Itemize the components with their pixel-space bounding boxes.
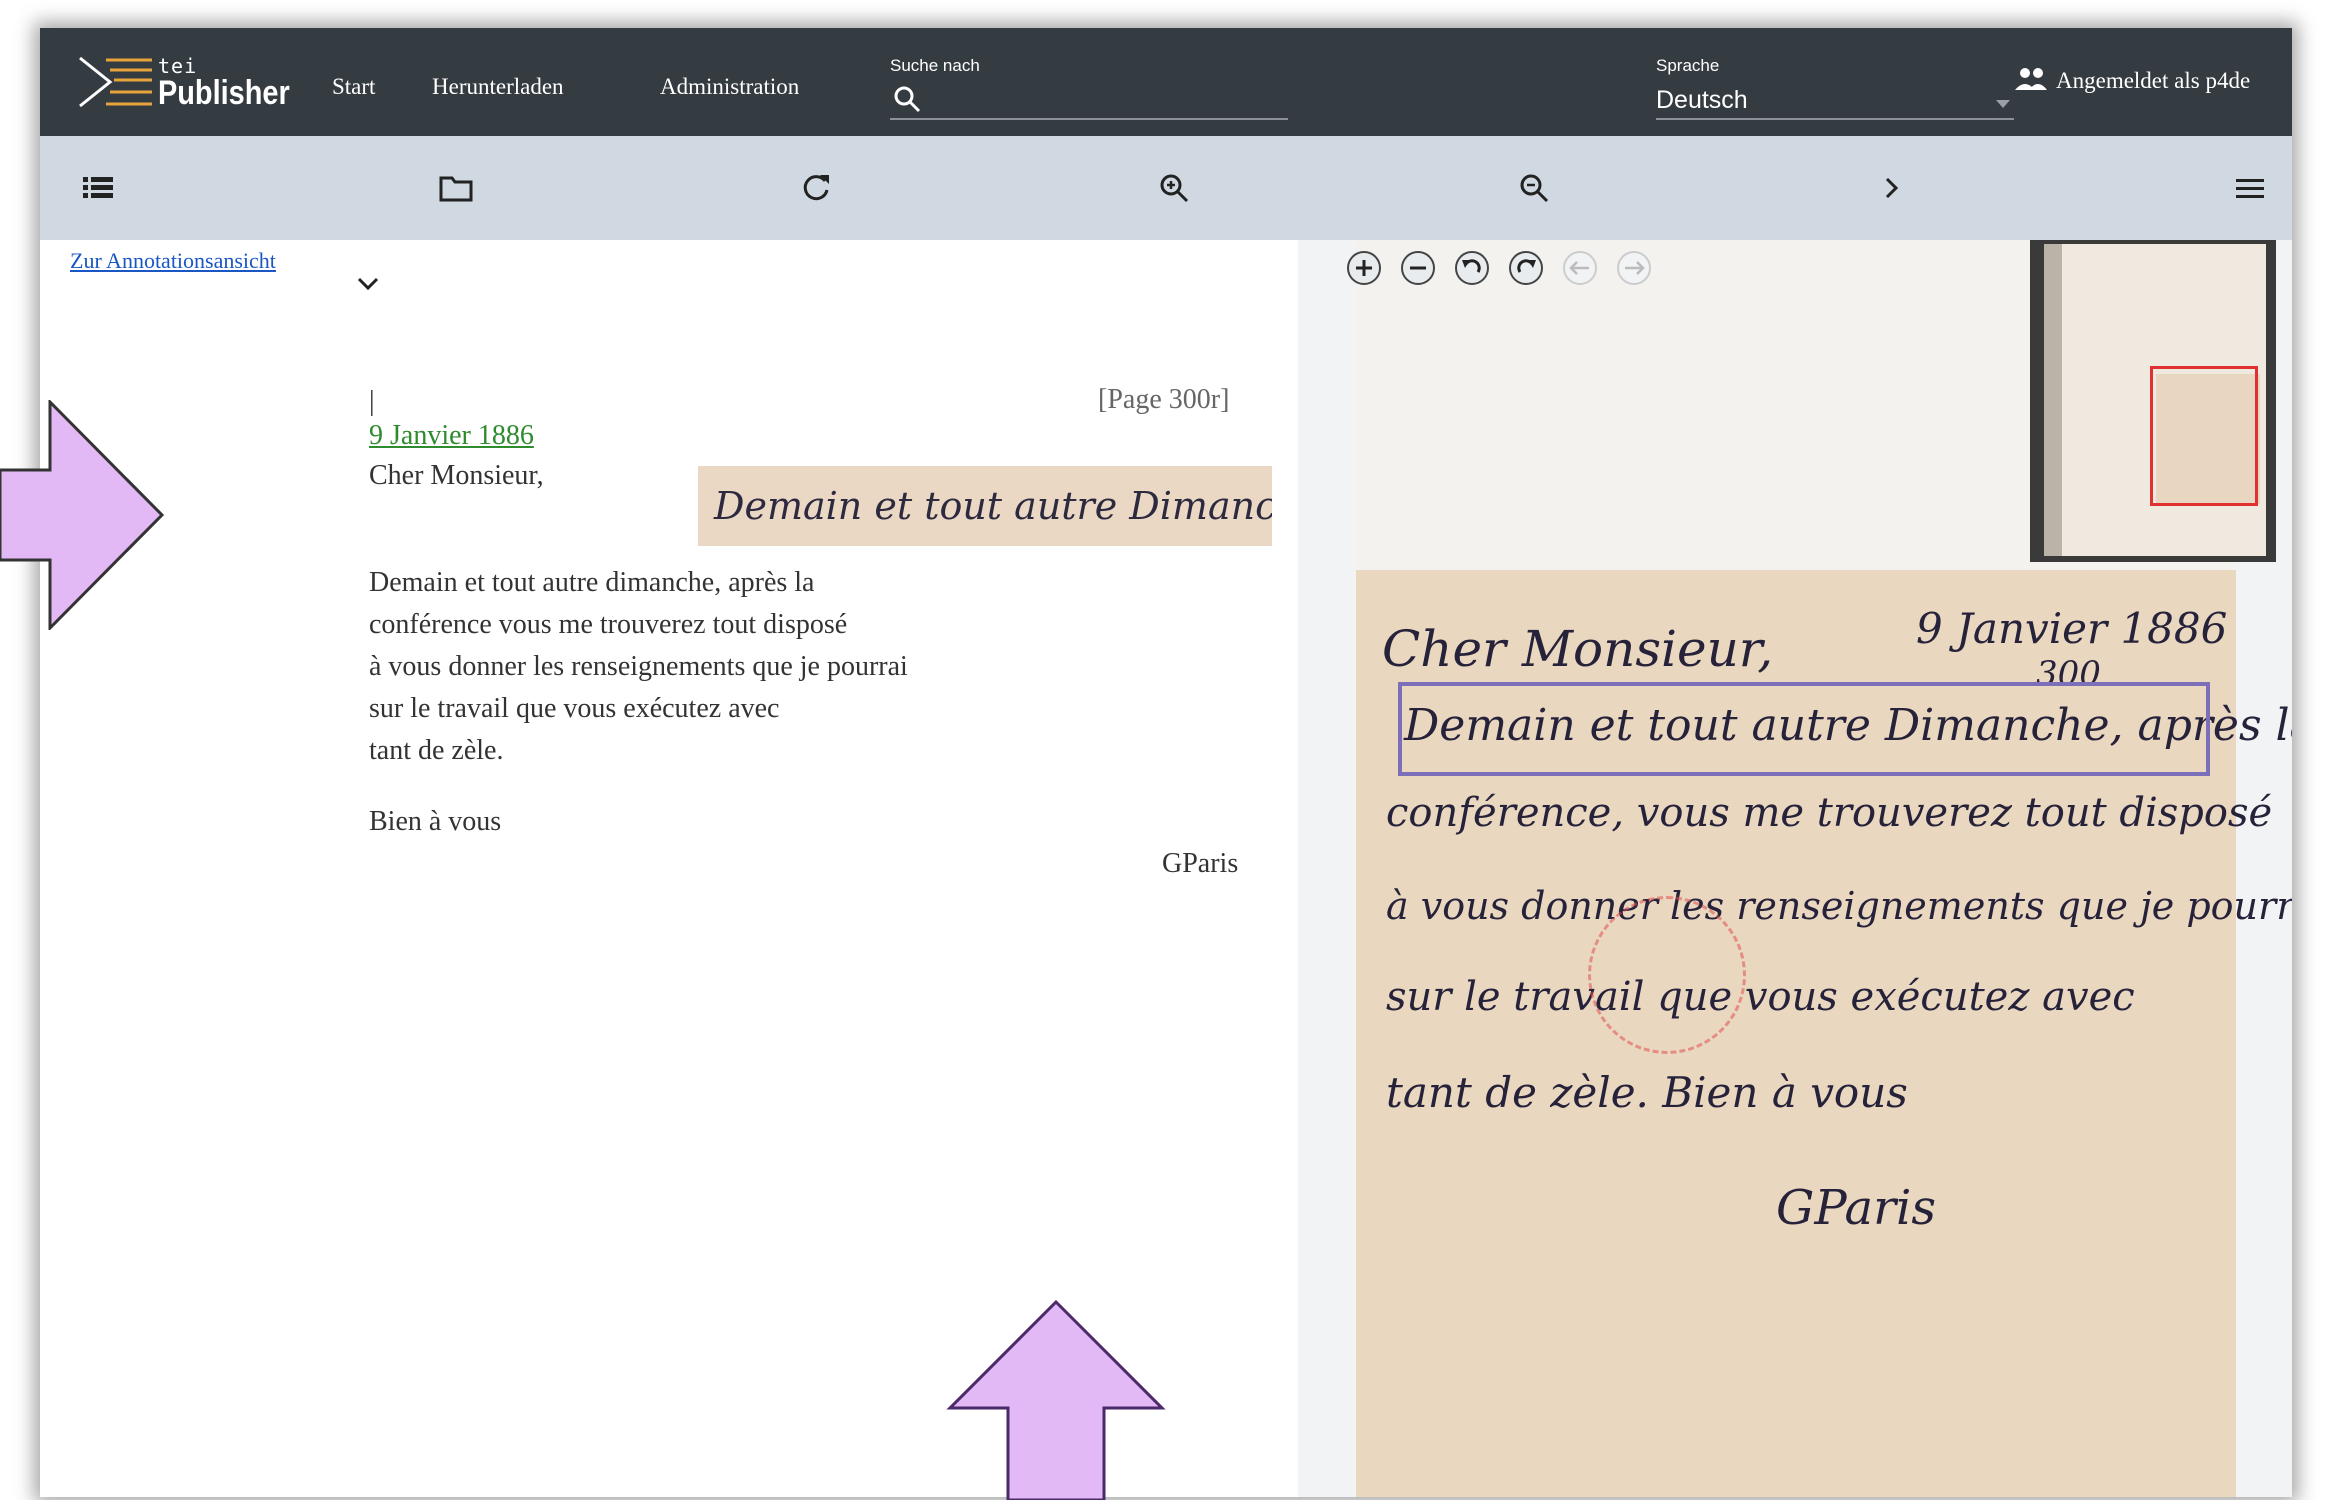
callout-arrow-right-icon [0,400,165,630]
language-select[interactable]: Deutsch [1656,80,2014,120]
page-break-marker: | [369,386,375,417]
facsimile-line: à vous donner les renseignements que je … [1386,884,2292,928]
body-line: sur le travail que vous exécutez avec [369,693,780,724]
salutation: Cher Monsieur, [369,460,544,491]
body-line: conférence vous me trouverez tout dispos… [369,609,848,640]
reload-button[interactable] [796,168,836,208]
viewer-zoom-out-icon[interactable] [1398,248,1438,288]
facsimile-viewer: Cher Monsieur, 9 Janvier 1886 300 Demain… [1298,240,2292,1497]
open-folder-button[interactable] [436,168,476,208]
facsimile-line: sur le travail que vous exécutez avec [1386,974,2135,1020]
users-icon [2015,68,2047,90]
viewer-zoom-in-icon[interactable] [1344,248,1384,288]
search-icon [894,86,921,113]
nav-herunterladen[interactable]: Herunterladen [432,74,564,100]
toc-button[interactable] [78,168,118,208]
expand-toggle[interactable] [356,276,380,297]
letter-body: Demain et tout autre dimanche, après la … [369,562,908,772]
body-line: à vous donner les renseignements que je … [369,651,908,682]
body-line: tant de zèle. [369,735,504,766]
previous-image-icon[interactable] [1560,248,1600,288]
zoom-in-icon [1160,174,1189,203]
language-label: Sprache [1656,56,1720,75]
folder-icon [439,176,473,202]
next-image-icon[interactable] [1614,248,1654,288]
search-label: Suche nach [890,56,980,75]
handwriting-snippet: Demain et tout autre Dimanche, [698,466,1272,546]
login-status[interactable]: Angemeldet als p4de [2014,66,2250,94]
page-label: [Page 300r] [1098,384,1230,415]
toc-icon [83,177,113,198]
rotate-right-icon[interactable] [1506,248,1546,288]
navigator-viewport[interactable] [2150,366,2258,506]
reload-icon [803,175,829,201]
zoom-in-button[interactable] [1154,168,1194,208]
nav-start[interactable]: Start [332,74,375,100]
menu-button[interactable] [2230,168,2270,208]
body-line: Demain et tout autre dimanche, après la [369,567,815,598]
nav-administration[interactable]: Administration [660,74,799,100]
language-value: Deutsch [1656,86,1748,114]
facsimile-line: Cher Monsieur, [1382,620,1774,678]
signature: GParis [1162,848,1239,879]
callout-arrow-up-icon [946,1300,1166,1500]
menu-icon [2236,179,2264,198]
dropdown-arrow-icon [1996,100,2010,108]
zoom-out-icon [1520,174,1549,203]
chevron-down-icon [357,277,379,291]
closing: Bien à vous [369,806,502,837]
login-text: Angemeldet als p4de [2056,68,2251,93]
facsimile-line: tant de zèle. Bien à vous [1386,1068,1908,1117]
library-stamp [1588,896,1746,1054]
top-app-bar: tei Publisher Start Herunterladen Admini… [40,28,2292,136]
next-page-icon [1885,177,1899,199]
logo-chevron-icon [79,56,152,108]
annotation-view-link[interactable]: Zur Annotationsansicht [70,248,276,274]
zoom-out-button[interactable] [1514,168,1554,208]
next-page-button[interactable] [1872,168,1912,208]
document-toolbar [40,136,2292,240]
navigator-thumbnail[interactable] [2030,240,2276,562]
facsimile-line: 9 Janvier 1886 [1916,604,2228,653]
tei-publisher-logo[interactable]: tei Publisher [76,52,290,112]
facsimile-line: GParis [1776,1180,1937,1236]
letter-date-link[interactable]: 9 Janvier 1886 [369,420,534,452]
search-input[interactable] [890,80,1288,120]
logo-text-large: Publisher [158,74,290,112]
app-window: tei Publisher Start Herunterladen Admini… [40,28,2292,1497]
annotation-zone[interactable] [1398,682,2210,776]
rotate-left-icon[interactable] [1452,248,1492,288]
facsimile-line: conférence, vous me trouverez tout dispo… [1386,790,2273,836]
